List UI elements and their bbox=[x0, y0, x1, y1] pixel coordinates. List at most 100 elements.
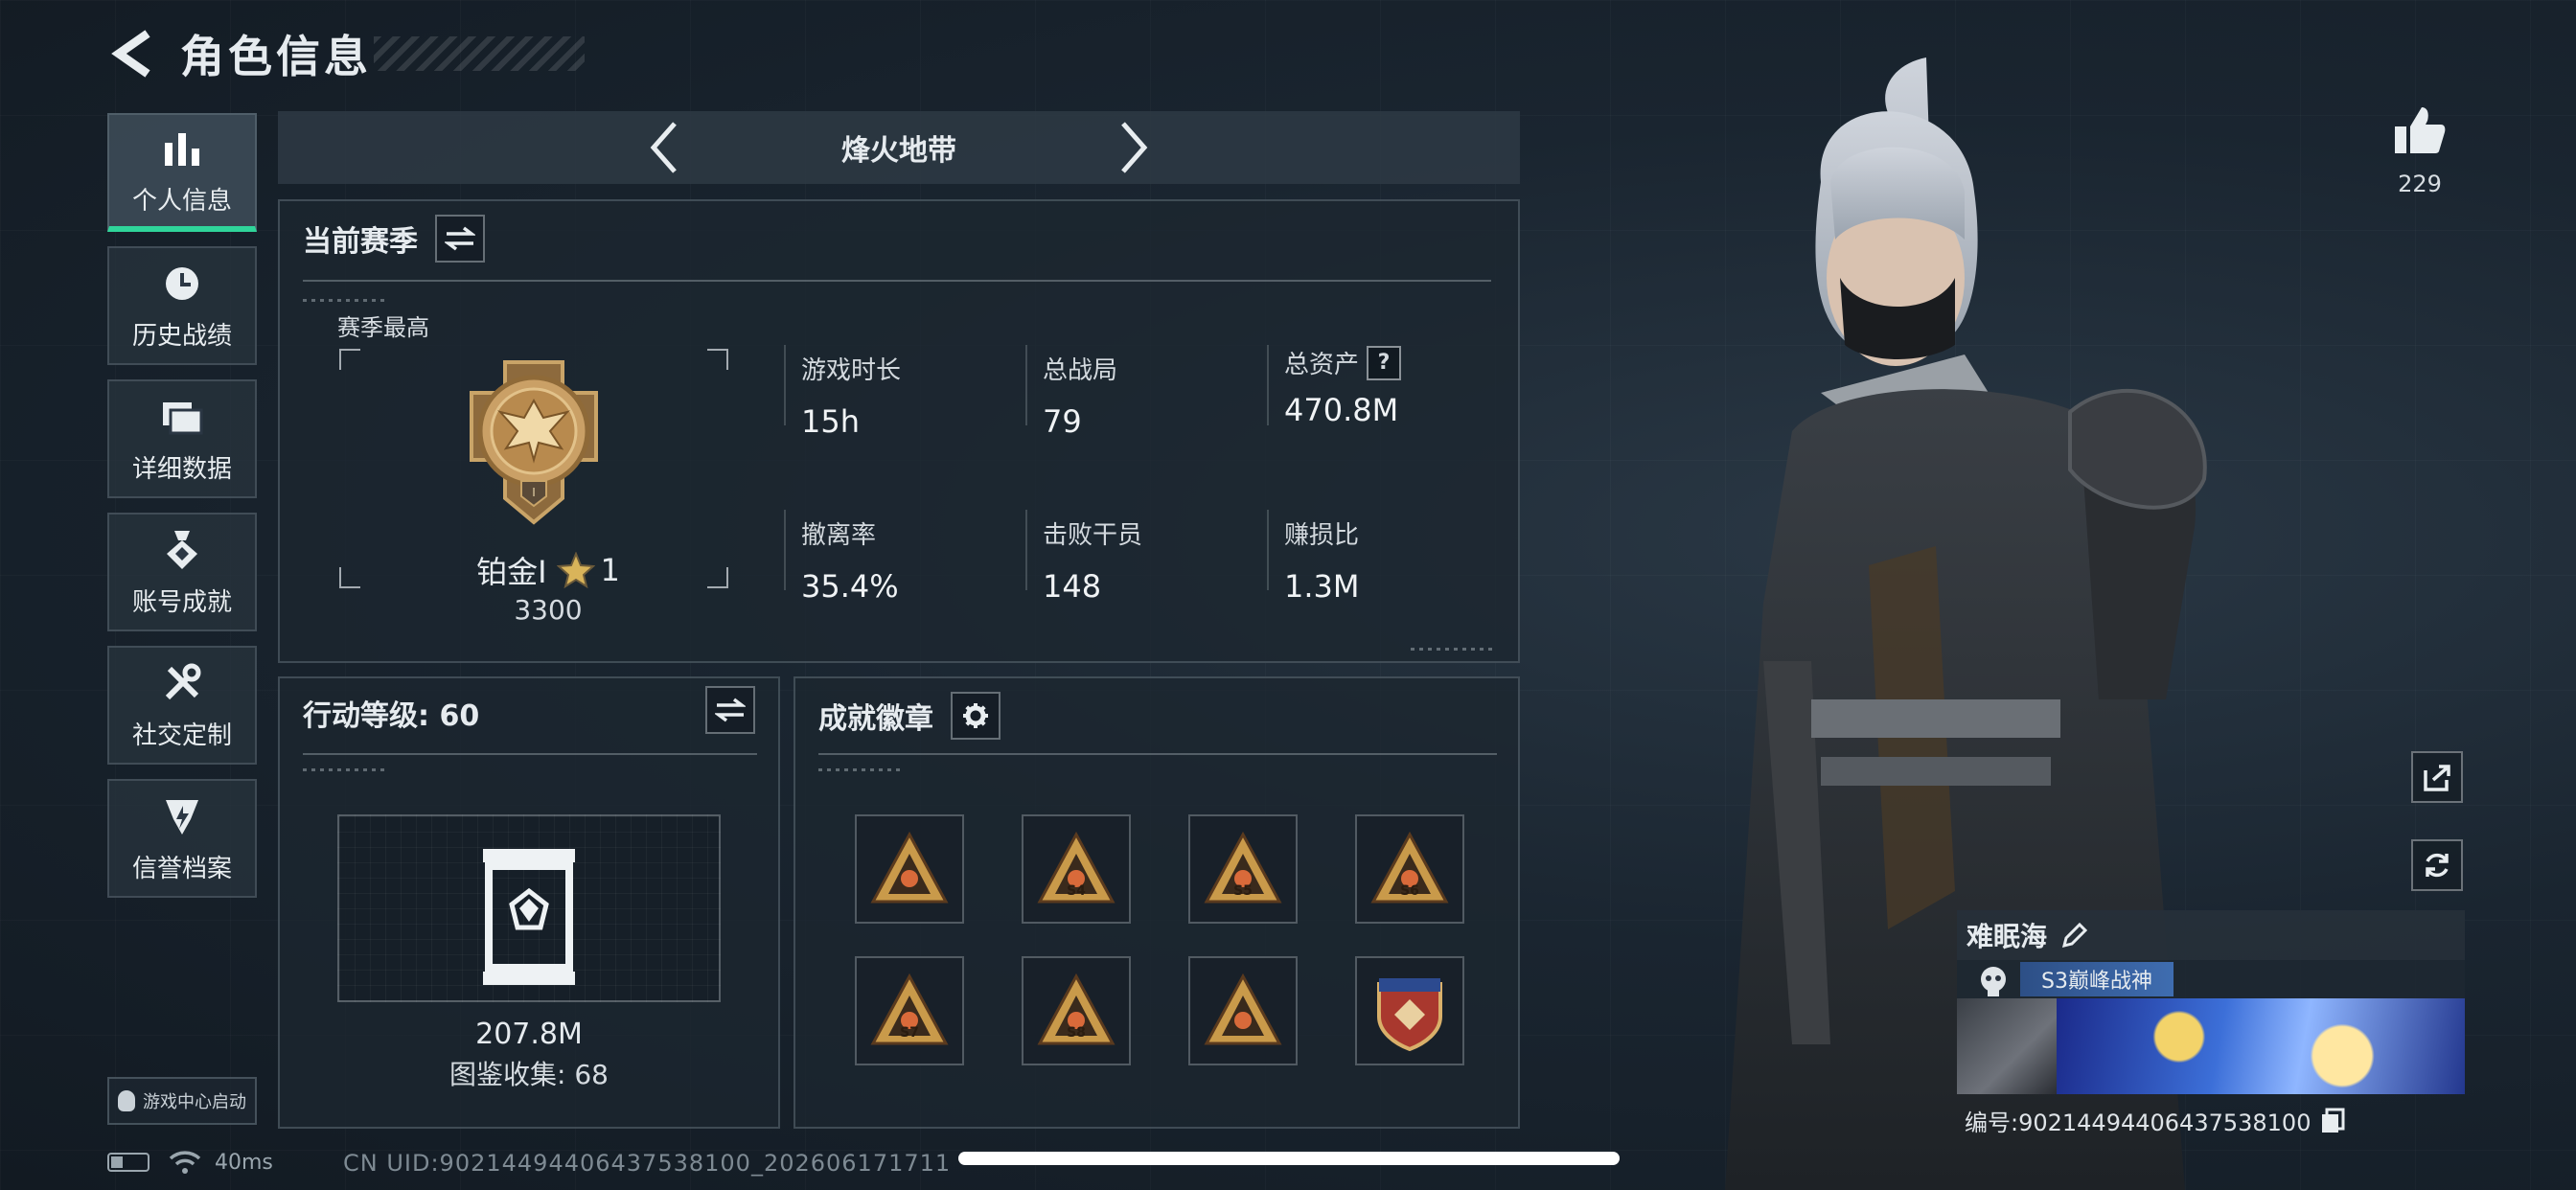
page-title: 角色信息 bbox=[180, 31, 372, 82]
shield-icon bbox=[162, 793, 202, 839]
header: 角色信息 bbox=[104, 23, 372, 84]
badge-label: S4 bbox=[1067, 883, 1086, 899]
stat-total-matches: 总战局 79 bbox=[1043, 351, 1117, 440]
mode-prev-button[interactable] bbox=[635, 119, 693, 176]
badge-triangle-eye[interactable] bbox=[855, 814, 964, 924]
back-button[interactable] bbox=[104, 25, 161, 82]
latency: 40ms bbox=[215, 1150, 273, 1175]
game-center-label: 游戏中心启动 bbox=[143, 1092, 246, 1112]
stat-extract-rate: 撤离率 35.4% bbox=[801, 515, 899, 605]
badges-panel: 成就徽章 S4 S5 S6 S7 S8 bbox=[794, 676, 1520, 1129]
stat-value: 470.8M bbox=[1284, 392, 1399, 428]
decor-dots bbox=[818, 768, 905, 771]
stat-total-assets: 总资产 ? 470.8M bbox=[1284, 345, 1402, 428]
collection-value: 207.8M bbox=[475, 1018, 583, 1051]
player-title-row: S3巅峰战神 bbox=[1957, 960, 2465, 998]
player-avatar bbox=[1957, 998, 2057, 1094]
action-level-divider bbox=[303, 753, 757, 755]
sidebar-item-social-custom[interactable]: 社交定制 bbox=[107, 646, 257, 765]
help-button[interactable]: ? bbox=[1367, 345, 1402, 380]
badge-label: S6 bbox=[1400, 883, 1419, 899]
stat-play-time: 游戏时长 15h bbox=[801, 351, 901, 440]
thumbs-up-icon bbox=[2395, 107, 2446, 153]
season-switch-button[interactable] bbox=[435, 215, 485, 263]
badges-header: 成就徽章 bbox=[818, 692, 1000, 740]
player-title-tag: S3巅峰战神 bbox=[2020, 962, 2174, 996]
badge-triangle-s7[interactable]: S7 bbox=[855, 956, 964, 1065]
player-card[interactable]: 难眠海 S3巅峰战神 bbox=[1957, 910, 2465, 1094]
sidebar-item-detailed-data[interactable]: 详细数据 bbox=[107, 379, 257, 498]
stat-separator bbox=[784, 510, 786, 590]
badge-shield-stars[interactable] bbox=[1355, 956, 1464, 1065]
sidebar-item-achievements[interactable]: 账号成就 bbox=[107, 513, 257, 631]
badge-triangle-s8[interactable]: S8 bbox=[1022, 956, 1131, 1065]
action-level-header: 行动等级: 60 bbox=[303, 692, 479, 734]
rank-score: 3300 bbox=[514, 594, 583, 626]
player-id: 编号:90214494406437538100 bbox=[1965, 1110, 2312, 1136]
svg-text:I: I bbox=[532, 486, 536, 499]
season-panel: 当前赛季 赛季最高 I 铂金Ⅰ 1 3300 游戏时长 15h 总战局 79 总… bbox=[278, 199, 1520, 663]
share-button[interactable] bbox=[2411, 751, 2463, 803]
badges-settings-button[interactable] bbox=[951, 692, 1000, 740]
clock-icon bbox=[162, 261, 202, 307]
game-center-launch-button[interactable]: 游戏中心启动 bbox=[107, 1077, 257, 1125]
qq-icon bbox=[118, 1090, 135, 1111]
stat-separator bbox=[784, 345, 786, 425]
badge-triangle-s6[interactable]: S6 bbox=[1355, 814, 1464, 924]
collection-display[interactable] bbox=[337, 814, 721, 1002]
stat-separator bbox=[1267, 345, 1269, 425]
season-panel-header: 当前赛季 bbox=[303, 215, 485, 263]
like-button[interactable]: 229 bbox=[2386, 105, 2453, 197]
folder-icon bbox=[161, 394, 203, 440]
stat-separator bbox=[1025, 345, 1027, 425]
player-id-row: 编号:90214494406437538100 bbox=[1965, 1104, 2345, 1137]
stat-operators-defeated: 击败干员 148 bbox=[1043, 515, 1142, 605]
mode-title: 烽火地带 bbox=[841, 134, 956, 168]
stat-value: 148 bbox=[1043, 568, 1102, 605]
swap-icon bbox=[715, 698, 746, 722]
title-decoration bbox=[374, 36, 585, 71]
action-level-title: 行动等级: 60 bbox=[303, 699, 480, 733]
skull-emblem-icon bbox=[1981, 967, 2006, 996]
mode-next-button[interactable] bbox=[1105, 119, 1162, 176]
chevron-right-icon bbox=[1121, 122, 1148, 173]
edit-icon[interactable] bbox=[2060, 921, 2089, 950]
action-level-panel: 行动等级: 60 207.8M 图鉴收集: 68 bbox=[278, 676, 780, 1129]
back-arrow-icon bbox=[111, 30, 150, 78]
player-card-header: 难眠海 bbox=[1957, 910, 2465, 960]
sidebar-item-label: 个人信息 bbox=[131, 186, 232, 216]
rank-emblem-icon: I bbox=[470, 360, 598, 525]
sidebar-item-personal-info[interactable]: 个人信息 bbox=[107, 113, 257, 232]
season-divider bbox=[303, 280, 1491, 282]
rank-name: 铂金Ⅰ bbox=[476, 554, 547, 590]
badge-triangle-plain[interactable] bbox=[1188, 956, 1298, 1065]
stat-label: 总战局 bbox=[1043, 356, 1118, 385]
sidebar-item-history[interactable]: 历史战绩 bbox=[107, 246, 257, 365]
share-icon bbox=[2424, 765, 2450, 791]
bar-chart-icon bbox=[163, 126, 201, 172]
stat-separator bbox=[1025, 510, 1027, 590]
player-card-banner bbox=[1957, 998, 2465, 1094]
decor-dots bbox=[303, 768, 389, 771]
stat-label-row: 总资产 ? bbox=[1284, 345, 1402, 380]
sidebar-item-credit-file[interactable]: 信誉档案 bbox=[107, 779, 257, 898]
action-level-switch-button[interactable] bbox=[705, 686, 755, 734]
swap-icon bbox=[445, 226, 475, 251]
sidebar-item-label: 信誉档案 bbox=[131, 854, 232, 883]
mode-selector: 烽火地带 bbox=[278, 111, 1520, 184]
home-indicator[interactable] bbox=[958, 1152, 1620, 1165]
copy-icon[interactable] bbox=[2320, 1108, 2345, 1134]
stat-separator bbox=[1267, 510, 1269, 590]
medal-icon bbox=[163, 527, 201, 573]
refresh-button[interactable] bbox=[2411, 839, 2463, 891]
badge-triangle-s4[interactable]: S4 bbox=[1022, 814, 1131, 924]
badge-triangle-plain-icon bbox=[1204, 973, 1282, 1045]
badge-triangle-s5[interactable]: S5 bbox=[1188, 814, 1298, 924]
player-name: 难眠海 bbox=[1966, 921, 2048, 952]
collection-count: 图鉴收集: 68 bbox=[449, 1059, 609, 1090]
stat-label: 游戏时长 bbox=[801, 356, 902, 385]
sidebar-item-label: 历史战绩 bbox=[131, 321, 232, 351]
card-banner-art bbox=[2057, 998, 2465, 1094]
sidebar: 个人信息 历史战绩 详细数据 账号成就 社交定制 信誉档案 bbox=[107, 113, 257, 912]
status-bar: 40ms bbox=[107, 1150, 273, 1175]
